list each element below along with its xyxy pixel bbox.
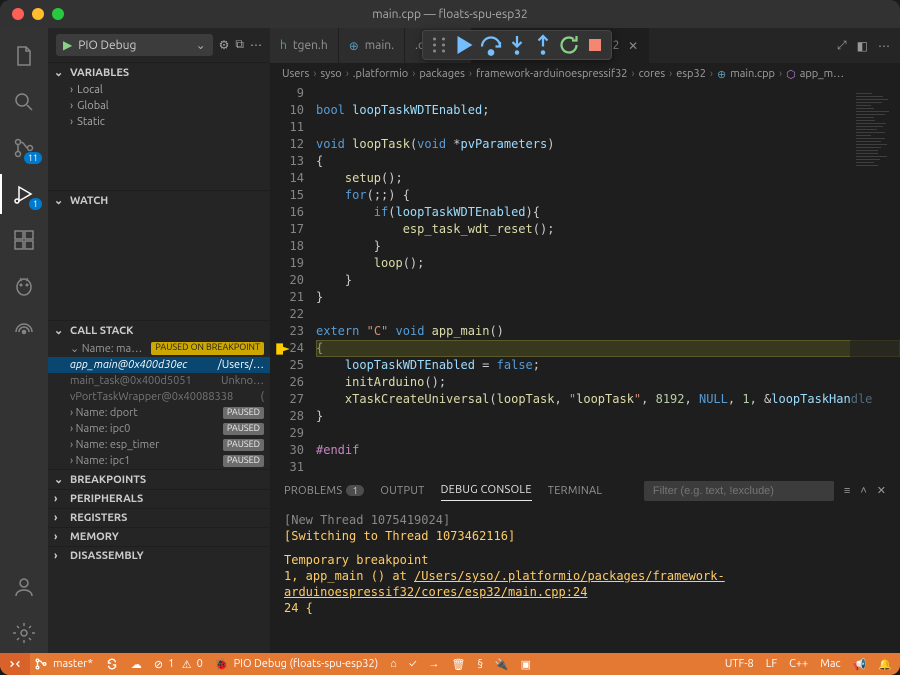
pio-build-icon[interactable]: ✓ bbox=[409, 658, 417, 670]
drag-handle-icon[interactable] bbox=[427, 33, 451, 57]
thread-row[interactable]: › Name: ipc1PAUSED bbox=[48, 453, 270, 469]
run-config-selector[interactable]: ▶ PIO Debug ⌄ bbox=[56, 34, 213, 56]
window-controls bbox=[12, 8, 64, 20]
scm-icon[interactable]: 11 bbox=[0, 128, 48, 168]
pio-home-icon[interactable]: ⌂ bbox=[390, 658, 397, 670]
pio-terminal-icon[interactable]: ▣ bbox=[521, 658, 531, 671]
maximize-panel-icon[interactable]: ˄ bbox=[860, 485, 866, 497]
step-out-button[interactable] bbox=[531, 33, 555, 57]
status-eol[interactable]: LF bbox=[766, 658, 777, 670]
run-config-label: PIO Debug bbox=[78, 39, 189, 52]
debug-badge: 1 bbox=[29, 198, 42, 210]
chevron-down-icon: ⌄ bbox=[196, 38, 206, 52]
thread-row[interactable]: ⌄ Name: ma…PAUSED ON BREAKPOINT bbox=[48, 340, 270, 357]
maximize-window-button[interactable] bbox=[52, 8, 64, 20]
pio-clean-icon[interactable]: 🗑 bbox=[452, 658, 466, 671]
watch-section-header[interactable]: ⌄Watch bbox=[48, 191, 270, 210]
remote-indicator[interactable] bbox=[0, 653, 30, 675]
account-icon[interactable] bbox=[0, 567, 48, 607]
variables-section-header[interactable]: ⌄Variables bbox=[48, 63, 270, 82]
close-window-button[interactable] bbox=[12, 8, 24, 20]
restart-button[interactable] bbox=[557, 33, 581, 57]
memory-section-header[interactable]: ›Memory bbox=[48, 528, 270, 546]
step-into-button[interactable] bbox=[505, 33, 529, 57]
pio-monitor-icon[interactable]: 🔌 bbox=[495, 658, 509, 671]
thread-row[interactable]: › Name: dportPAUSED bbox=[48, 405, 270, 421]
gear-icon[interactable]: ⚙ bbox=[219, 38, 230, 52]
callstack-section-header[interactable]: ⌄Call Stack bbox=[48, 321, 270, 340]
feedback-icon[interactable]: 📢 bbox=[853, 658, 867, 671]
sync-icon[interactable] bbox=[105, 657, 119, 671]
close-tab-icon[interactable]: ✕ bbox=[625, 39, 638, 53]
thread-row[interactable]: › Name: esp_timerPAUSED bbox=[48, 437, 270, 453]
status-bar: master* ☁ ⊘1 ⚠0 🐞 PIO Debug (floats-spu-… bbox=[0, 653, 900, 675]
scope-local[interactable]: ›Local bbox=[48, 82, 270, 98]
editor-area: htgen.h ⊕main. .dbgasm ⊕main.cpp ~/.../e… bbox=[270, 28, 900, 653]
pio-upload-icon[interactable]: → bbox=[429, 658, 440, 670]
status-language[interactable]: C++ bbox=[789, 658, 808, 670]
scope-global[interactable]: ›Global bbox=[48, 98, 270, 114]
editor-tab[interactable]: ⊕main. bbox=[339, 28, 405, 63]
stack-frame[interactable]: vPortTaskWrapper@0x40088338( bbox=[48, 389, 270, 405]
breakpoints-section-header[interactable]: ⌄Breakpoints bbox=[48, 470, 270, 489]
extensions-icon[interactable] bbox=[0, 220, 48, 260]
debug-console-icon[interactable]: ⧉ bbox=[235, 38, 244, 52]
minimize-window-button[interactable] bbox=[32, 8, 44, 20]
minimap[interactable] bbox=[850, 85, 900, 475]
stack-frame[interactable]: app_main@0x400d30ec/Users/… bbox=[48, 357, 270, 373]
explorer-icon[interactable] bbox=[0, 36, 48, 76]
peripherals-section-header[interactable]: ›Peripherals bbox=[48, 490, 270, 508]
debug-toolbar[interactable] bbox=[422, 30, 612, 60]
status-debug-target[interactable]: 🐞 PIO Debug (floats-spu-esp32) bbox=[215, 658, 378, 671]
debug-icon[interactable]: 1 bbox=[0, 174, 48, 214]
cloud-icon[interactable]: ☁ bbox=[131, 658, 142, 671]
bell-icon[interactable]: 🔔 bbox=[878, 658, 892, 671]
step-over-button[interactable] bbox=[479, 33, 503, 57]
panel-tab-debug-console[interactable]: Debug Console bbox=[441, 480, 532, 501]
continue-button[interactable] bbox=[453, 33, 477, 57]
settings-icon[interactable] bbox=[0, 613, 48, 653]
scm-badge: 11 bbox=[24, 152, 42, 164]
compare-icon[interactable]: ⤢ bbox=[837, 39, 847, 53]
panel: Problems1 Output Debug Console Terminal … bbox=[270, 475, 900, 653]
status-os[interactable]: Mac bbox=[820, 658, 840, 670]
status-errors-warnings[interactable]: ⊘1 ⚠0 bbox=[154, 658, 203, 671]
code-editor[interactable]: 9101112131415161718192021222324252627282… bbox=[270, 85, 900, 475]
status-encoding[interactable]: UTF-8 bbox=[725, 658, 754, 670]
scope-static[interactable]: ›Static bbox=[48, 114, 270, 130]
more-icon[interactable]: ⋯ bbox=[250, 38, 262, 52]
title-bar[interactable]: main.cpp — floats-spu-esp32 bbox=[0, 0, 900, 28]
search-icon[interactable] bbox=[0, 82, 48, 122]
debug-sidebar: ▶ PIO Debug ⌄ ⚙ ⧉ ⋯ ⌄Variables ›Local ›G… bbox=[48, 28, 270, 653]
breadcrumbs[interactable]: Users› syso› .platformio› packages› fram… bbox=[270, 63, 900, 85]
editor-tab[interactable]: htgen.h bbox=[270, 28, 339, 63]
disassembly-section-header[interactable]: ›Disassembly bbox=[48, 547, 270, 565]
more-icon[interactable]: ⋯ bbox=[878, 39, 890, 53]
stop-button[interactable] bbox=[583, 33, 607, 57]
panel-tab-terminal[interactable]: Terminal bbox=[548, 481, 603, 501]
git-branch[interactable]: master* bbox=[34, 657, 93, 671]
panel-tab-problems[interactable]: Problems1 bbox=[284, 481, 364, 501]
split-editor-icon[interactable]: ◧ bbox=[857, 39, 868, 53]
window-title: main.cpp — floats-spu-esp32 bbox=[372, 8, 528, 21]
play-icon: ▶ bbox=[63, 38, 72, 52]
registers-section-header[interactable]: ›Registers bbox=[48, 509, 270, 527]
thread-row[interactable]: › Name: ipc0PAUSED bbox=[48, 421, 270, 437]
filter-icon[interactable]: ≡ bbox=[844, 485, 850, 497]
activity-bar: 11 1 bbox=[0, 28, 48, 653]
platformio-icon[interactable] bbox=[0, 266, 48, 306]
app-window: main.cpp — floats-spu-esp32 11 1 bbox=[0, 0, 900, 675]
pio-test-icon[interactable]: § bbox=[478, 658, 483, 670]
debug-console-output[interactable]: [New Thread 1075419024] [Switching to Th… bbox=[270, 506, 900, 653]
panel-tab-output[interactable]: Output bbox=[380, 481, 424, 501]
panel-filter-input[interactable] bbox=[644, 481, 834, 501]
stack-frame[interactable]: main_task@0x400d5051Unkno… bbox=[48, 373, 270, 389]
remote-icon[interactable] bbox=[0, 312, 48, 352]
close-panel-icon[interactable]: ✕ bbox=[877, 484, 886, 497]
